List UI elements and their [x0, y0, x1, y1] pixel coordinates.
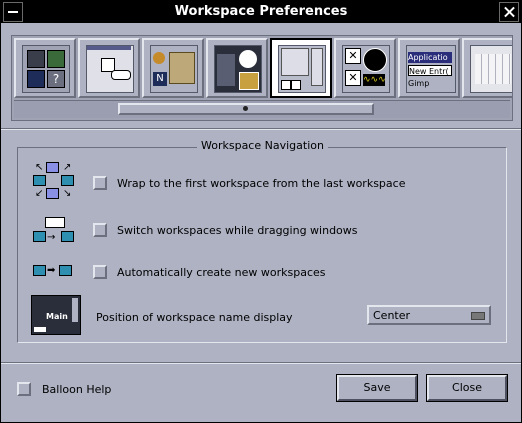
save-button[interactable]: Save	[336, 374, 418, 402]
title-bar[interactable]: Workspace Preferences	[1, 1, 521, 23]
wrap-workspace-icon: ↖ ↗ ↙ ↘	[31, 161, 79, 201]
category-sounds[interactable]: ✕ ✕ ∿∿∿	[334, 38, 396, 98]
window-menu-button[interactable]	[3, 2, 23, 22]
category-workspaces[interactable]	[270, 38, 332, 98]
folder-icon: N	[150, 45, 198, 93]
category-applications[interactable]: N	[142, 38, 204, 98]
option-menu-indicator-icon	[471, 312, 485, 320]
preferences-window: Workspace Preferences ? N ✕ ✕ ∿∿∿ Applic…	[0, 0, 522, 423]
toolbar-scrollbar[interactable]	[14, 100, 510, 118]
minus-icon	[8, 11, 18, 13]
keyboard-icon	[470, 45, 512, 93]
category-general[interactable]: ?	[14, 38, 76, 98]
menu-preview-item-3: Gimp	[408, 79, 430, 88]
menu-icon: Applicatio New Entr( Gimp	[406, 45, 456, 93]
category-keyboard-focus[interactable]	[78, 38, 140, 98]
separator-top	[1, 128, 521, 130]
menu-preview-item-2: New Entr(	[408, 65, 452, 76]
close-button[interactable]: Close	[426, 374, 508, 402]
decorations-icon	[214, 45, 262, 93]
category-keyboard[interactable]	[462, 38, 512, 98]
auto-create-label: Automatically create new workspaces	[117, 266, 326, 279]
drag-switch-icon: →	[31, 215, 79, 255]
auto-create-icon: ➡	[31, 257, 79, 297]
name-position-select[interactable]: Center	[367, 305, 491, 325]
workspace-name-icon: Main	[31, 295, 81, 335]
group-title: Workspace Navigation	[197, 139, 328, 152]
general-icon: ?	[22, 45, 70, 93]
separator-bottom	[1, 362, 521, 364]
window-close-button[interactable]	[499, 2, 519, 22]
toolbar-scroll-thumb[interactable]	[118, 103, 374, 115]
wrap-workspace-label: Wrap to the first workspace from the las…	[117, 177, 406, 190]
auto-create-checkbox[interactable]	[93, 265, 107, 279]
window-title: Workspace Preferences	[174, 4, 348, 19]
category-menus[interactable]: Applicatio New Entr( Gimp	[398, 38, 460, 98]
name-position-value: Center	[373, 309, 411, 322]
drag-switch-label: Switch workspaces while dragging windows	[117, 224, 358, 237]
category-toolbar: ? N ✕ ✕ ∿∿∿ Applicatio New Entr(Gimp	[11, 35, 513, 121]
sound-icon: ✕ ✕ ∿∿∿	[342, 45, 390, 93]
menu-preview-item-1: Applicatio	[408, 52, 452, 63]
balloon-help-label: Balloon Help	[42, 383, 112, 396]
category-decorations[interactable]	[206, 38, 268, 98]
drag-switch-checkbox[interactable]	[93, 223, 107, 237]
workspaces-icon	[278, 45, 326, 93]
window-focus-icon	[86, 45, 134, 93]
name-display-label: Position of workspace name display	[96, 311, 293, 324]
wrap-workspace-checkbox[interactable]	[93, 176, 107, 190]
scroll-grip-icon	[243, 106, 248, 111]
workspace-name-preview: Main	[46, 312, 68, 321]
balloon-help-checkbox[interactable]	[17, 382, 31, 396]
